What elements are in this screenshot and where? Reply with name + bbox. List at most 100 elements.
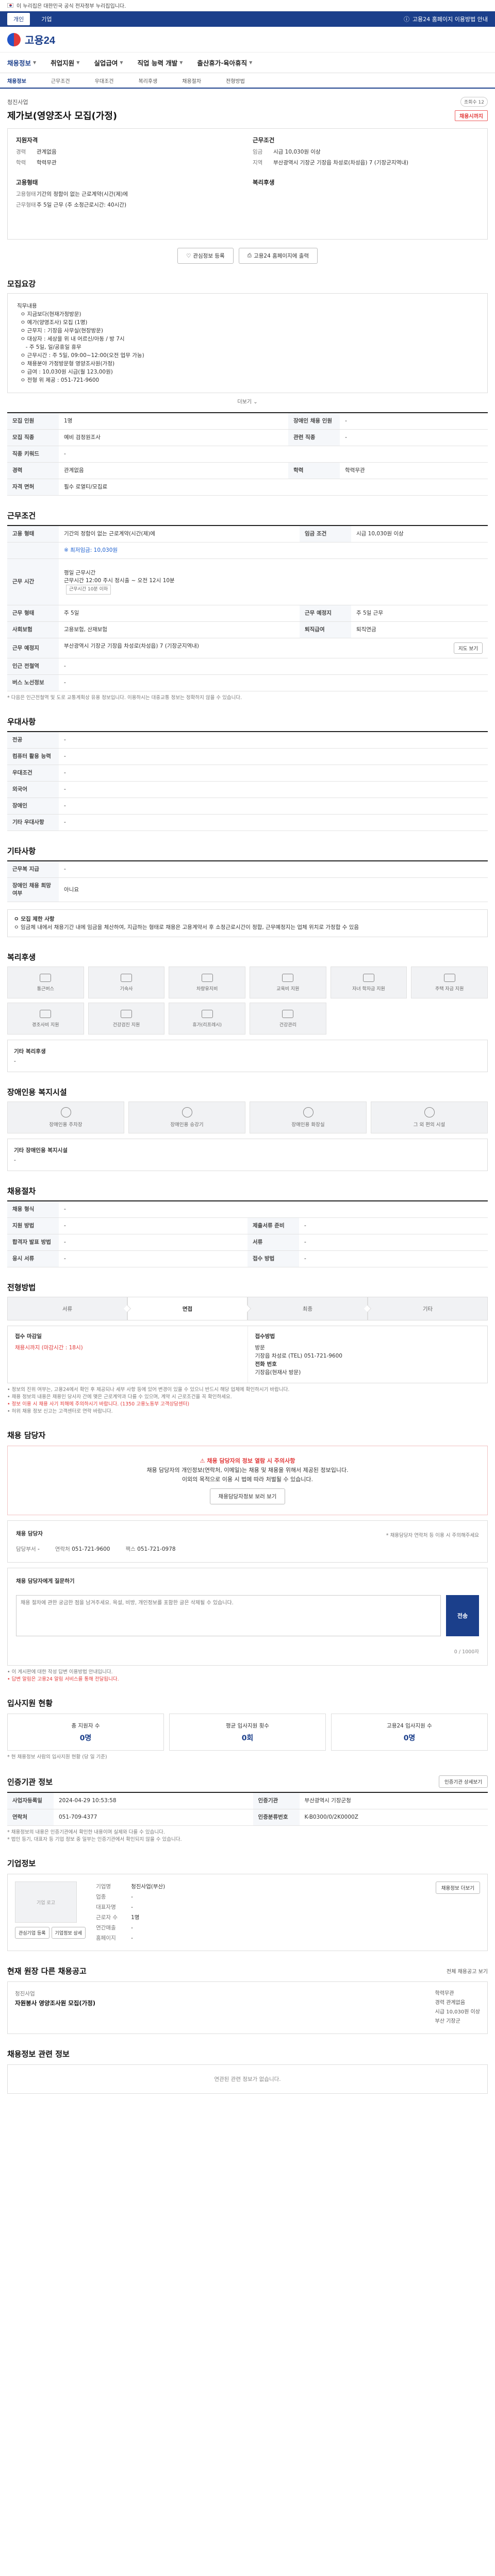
main-nav: 채용정보 ▼ 취업지원 ▼ 실업급여 ▼ 직업 능력 개발 ▼ 출산휴가·육아휴직 ▼ xyxy=(0,53,495,73)
stats-title: 입사지원 현황 xyxy=(7,1699,53,1708)
recruit-table: 모집 인원 1명 장애인 채용 인원 - 모집 직종 예비 검정원조사 관련 직종 - 직종… xyxy=(7,412,488,496)
utility-bar: 개인 기업 ⓘ 고용24 홈페이지 이용방법 안내 xyxy=(0,11,495,27)
more-jobs-button[interactable]: 채용정보 더보기 xyxy=(435,1882,480,1894)
tab-prefer[interactable]: 우대조건 xyxy=(95,77,114,84)
nav-item-training[interactable]: 직업 능력 개발 ▼ xyxy=(138,58,183,67)
nav-item-unemployment[interactable]: 실업급여 ▼ xyxy=(94,58,123,67)
graduation-icon xyxy=(362,973,374,982)
medical-icon xyxy=(120,1009,132,1018)
table-row: 응시 서류 - 접수 방법 - xyxy=(7,1250,488,1267)
scrap-button[interactable]: ♡ 관심정보 등록 xyxy=(177,248,234,264)
accessibility-icon xyxy=(424,1107,435,1117)
notice-box: ㅇ 모집 제한 사항 ㅇ 임금체 내에서 채용기간 내에 임금을 체산하여, 지… xyxy=(7,909,488,937)
parking-icon xyxy=(60,1107,71,1117)
company-logo: 기업 로고 xyxy=(15,1882,77,1923)
nav-item-jobs[interactable]: 채용정보 ▼ xyxy=(7,58,36,67)
chevron-down-icon: ⌄ xyxy=(253,399,258,405)
detail-line: 직무내용 xyxy=(17,303,37,309)
tab-welfare[interactable]: 복리후생 xyxy=(138,77,157,84)
table-row: 컴퓨터 활용 능력 - xyxy=(7,748,488,765)
nav-item-support[interactable]: 취업지원 ▼ xyxy=(51,58,79,67)
work-hours-line: 근무시간 10분 이하 xyxy=(64,585,483,595)
prefer-title: 우대사항 xyxy=(7,717,36,726)
welfare-etc: 기타 복리후생 - xyxy=(7,1040,488,1072)
disability-grid: 장애인용 주차장 장애인용 승강기 장애인용 화장실 그 외 편의 시설 xyxy=(7,1101,488,1133)
table-row: 근무복 지급 - xyxy=(7,861,488,878)
flag-icon xyxy=(7,3,13,8)
detail-line: - 주 5일, 일/공휴일 휴무 xyxy=(17,344,81,350)
warn-title: ⚠ 채용 담당자의 정보 열람 시 주의사항 xyxy=(200,1458,295,1464)
table-row: 근무 시간 평일 근무시간 근무시간 12:00 주시 정시출 ~ 오전 12시… xyxy=(7,558,488,605)
welfare-item-care: 건강관리 xyxy=(250,1003,326,1035)
nav-item-leave[interactable]: 출산휴가·육아휴직 ▼ xyxy=(197,58,252,67)
map-button[interactable]: 지도 보기 xyxy=(454,642,483,654)
inquiry-title: 채용 담당자에게 질문하기 xyxy=(16,1578,75,1584)
apply-box: 접수 마감일 채용시까지 (마감시간 : 18시) 접수방법 방문 기장읍 차성… xyxy=(7,1326,488,1383)
welfare-item-event: 경조사비 지원 xyxy=(7,1003,84,1035)
chevron-down-icon: ▼ xyxy=(249,60,253,65)
corp-info: 기업명 청진사업(부산) 업종 - 대표자명 - 근로자 수 1명 연간매출 - 홈페이지… xyxy=(96,1884,166,1941)
welfare-item-vacation: 휴가(리프레시) xyxy=(169,1003,245,1035)
detail-more[interactable]: 더보기 ⌄ xyxy=(7,397,488,405)
tab-work-cond[interactable]: 근무조건 xyxy=(51,77,70,84)
tab-process[interactable]: 채용절차 xyxy=(182,77,201,84)
summary-kv: 근무형태 주 5일 근무 (주 소정근로시간: 40시간) xyxy=(16,202,127,208)
util-guide[interactable]: ⓘ 고용24 홈페이지 이용방법 안내 xyxy=(404,15,488,23)
book-icon xyxy=(282,973,294,982)
company-detail-button[interactable]: 기업정보 상세 xyxy=(51,1927,86,1939)
chevron-down-icon: ▼ xyxy=(179,60,183,65)
summary-left-title: 지원자격 xyxy=(16,137,38,144)
process-title: 채용절차 xyxy=(7,1187,36,1196)
work-hours-line: 평일 근무시간 xyxy=(64,570,96,576)
heart-icon: ♡ xyxy=(186,252,191,259)
step-documents: 서류 xyxy=(7,1297,131,1320)
print-button[interactable]: ⎙ 고용24 홈페이지에 출력 xyxy=(238,248,318,264)
table-row: 모집 인원 1명 장애인 채용 인원 - xyxy=(7,413,488,430)
gov-banner: 이 누리집은 대한민국 공식 전자정부 누리집입니다. xyxy=(0,0,495,11)
other-jobs-title: 현재 원장 다른 채용공고 전체 채용공고 보기 xyxy=(7,1967,488,1976)
table-row: 근무 예정지 부산광역시 기장군 기장읍 차성로(차성읍) 7 (기장군지역내) 지… xyxy=(7,638,488,658)
tab-screening[interactable]: 전형방법 xyxy=(226,77,245,84)
screening-notes: • 정보의 진위 여부는, 고용24에서 확인 후 제공되나 세부 사항 등에 … xyxy=(7,1387,290,1414)
table-row: 경력 관계없음 학력 학력무관 xyxy=(7,462,488,479)
bus-icon xyxy=(40,973,52,982)
chevron-down-icon: ▼ xyxy=(120,60,123,65)
detail-line: ㅇ 대상자 : 세상을 위 내 어르신/아동 / 방 7시 xyxy=(17,336,125,342)
tab-corporate[interactable]: 기업 xyxy=(35,13,58,25)
workcond-title: 근무조건 xyxy=(7,511,36,520)
all-jobs-link[interactable]: 전체 채용공고 보기 xyxy=(447,1967,488,1975)
view-manager-button[interactable]: 채용담당자정보 보러 보기 xyxy=(209,1488,286,1504)
table-row: 전공 - xyxy=(7,732,488,749)
welfare-title: 복리후생 xyxy=(7,953,36,962)
screening-title: 전형방법 xyxy=(7,1283,36,1292)
step-other: 기타 xyxy=(368,1297,488,1320)
logo-icon[interactable] xyxy=(7,32,21,46)
summary-right-title: 근무조건 xyxy=(253,137,275,144)
company-line: 청진사업 조회수 12 xyxy=(7,97,488,107)
summary-kv: 학력 학력무관 xyxy=(16,160,57,166)
fav-company-button[interactable]: 관심기업 등록 xyxy=(15,1927,50,1939)
cert-detail-button[interactable]: 인증기관 상세보기 xyxy=(439,1775,488,1788)
detail-section-title: 모집요강 xyxy=(7,279,36,289)
related-title: 채용정보 관련 정보 xyxy=(7,2049,70,2059)
tab-recruit[interactable]: 채용정보 xyxy=(7,77,26,84)
header: 고용24 xyxy=(0,27,495,53)
welfare-item-edu: 교육비 지원 xyxy=(250,967,326,998)
section-tabs: 채용정보 근무조건 우대조건 복리후생 채용절차 전형방법 xyxy=(0,73,495,89)
company-name: 청진사업 xyxy=(7,98,28,106)
step-final: 최종 xyxy=(248,1297,372,1320)
detail-line: ㅇ 지금보다(현재가정방문) xyxy=(17,311,81,317)
job-title-row: 제가보(영양조사 모집(가정) 채용시까지 xyxy=(7,109,488,122)
table-row: 자격 면허 필수 로열티/모집료 xyxy=(7,479,488,496)
logo-text[interactable]: 고용24 xyxy=(25,32,55,47)
summary-kv: 고용형태 기간의 정함이 없는 근로계약(시간(제)에 xyxy=(16,191,128,197)
summary-right: 근무조건 임금 시급 10,030원 이상 지역 부산광역시 기장군 기장읍 차성로… xyxy=(253,136,479,232)
disability-etc: 기타 장애인용 복지시설 - xyxy=(7,1139,488,1171)
detail-line: ㅇ 급여 : 10,030원 시급(월 123,00원) xyxy=(17,369,113,375)
send-button[interactable]: 전송 xyxy=(446,1595,479,1636)
table-row: 연락처 051-709-4377 인증분류번호 K-B0300/0/2K0000Z xyxy=(7,1809,488,1826)
tab-personal[interactable]: 개인 xyxy=(7,13,30,25)
summary-kv: 임금 시급 10,030원 이상 xyxy=(253,149,321,155)
inquiry-textarea[interactable] xyxy=(16,1595,441,1636)
other-job-card[interactable]: 청진사업 자원봉사 영양조사원 모집(가정) 학력무관 경력 관계없음 시급 1… xyxy=(7,1981,488,2034)
